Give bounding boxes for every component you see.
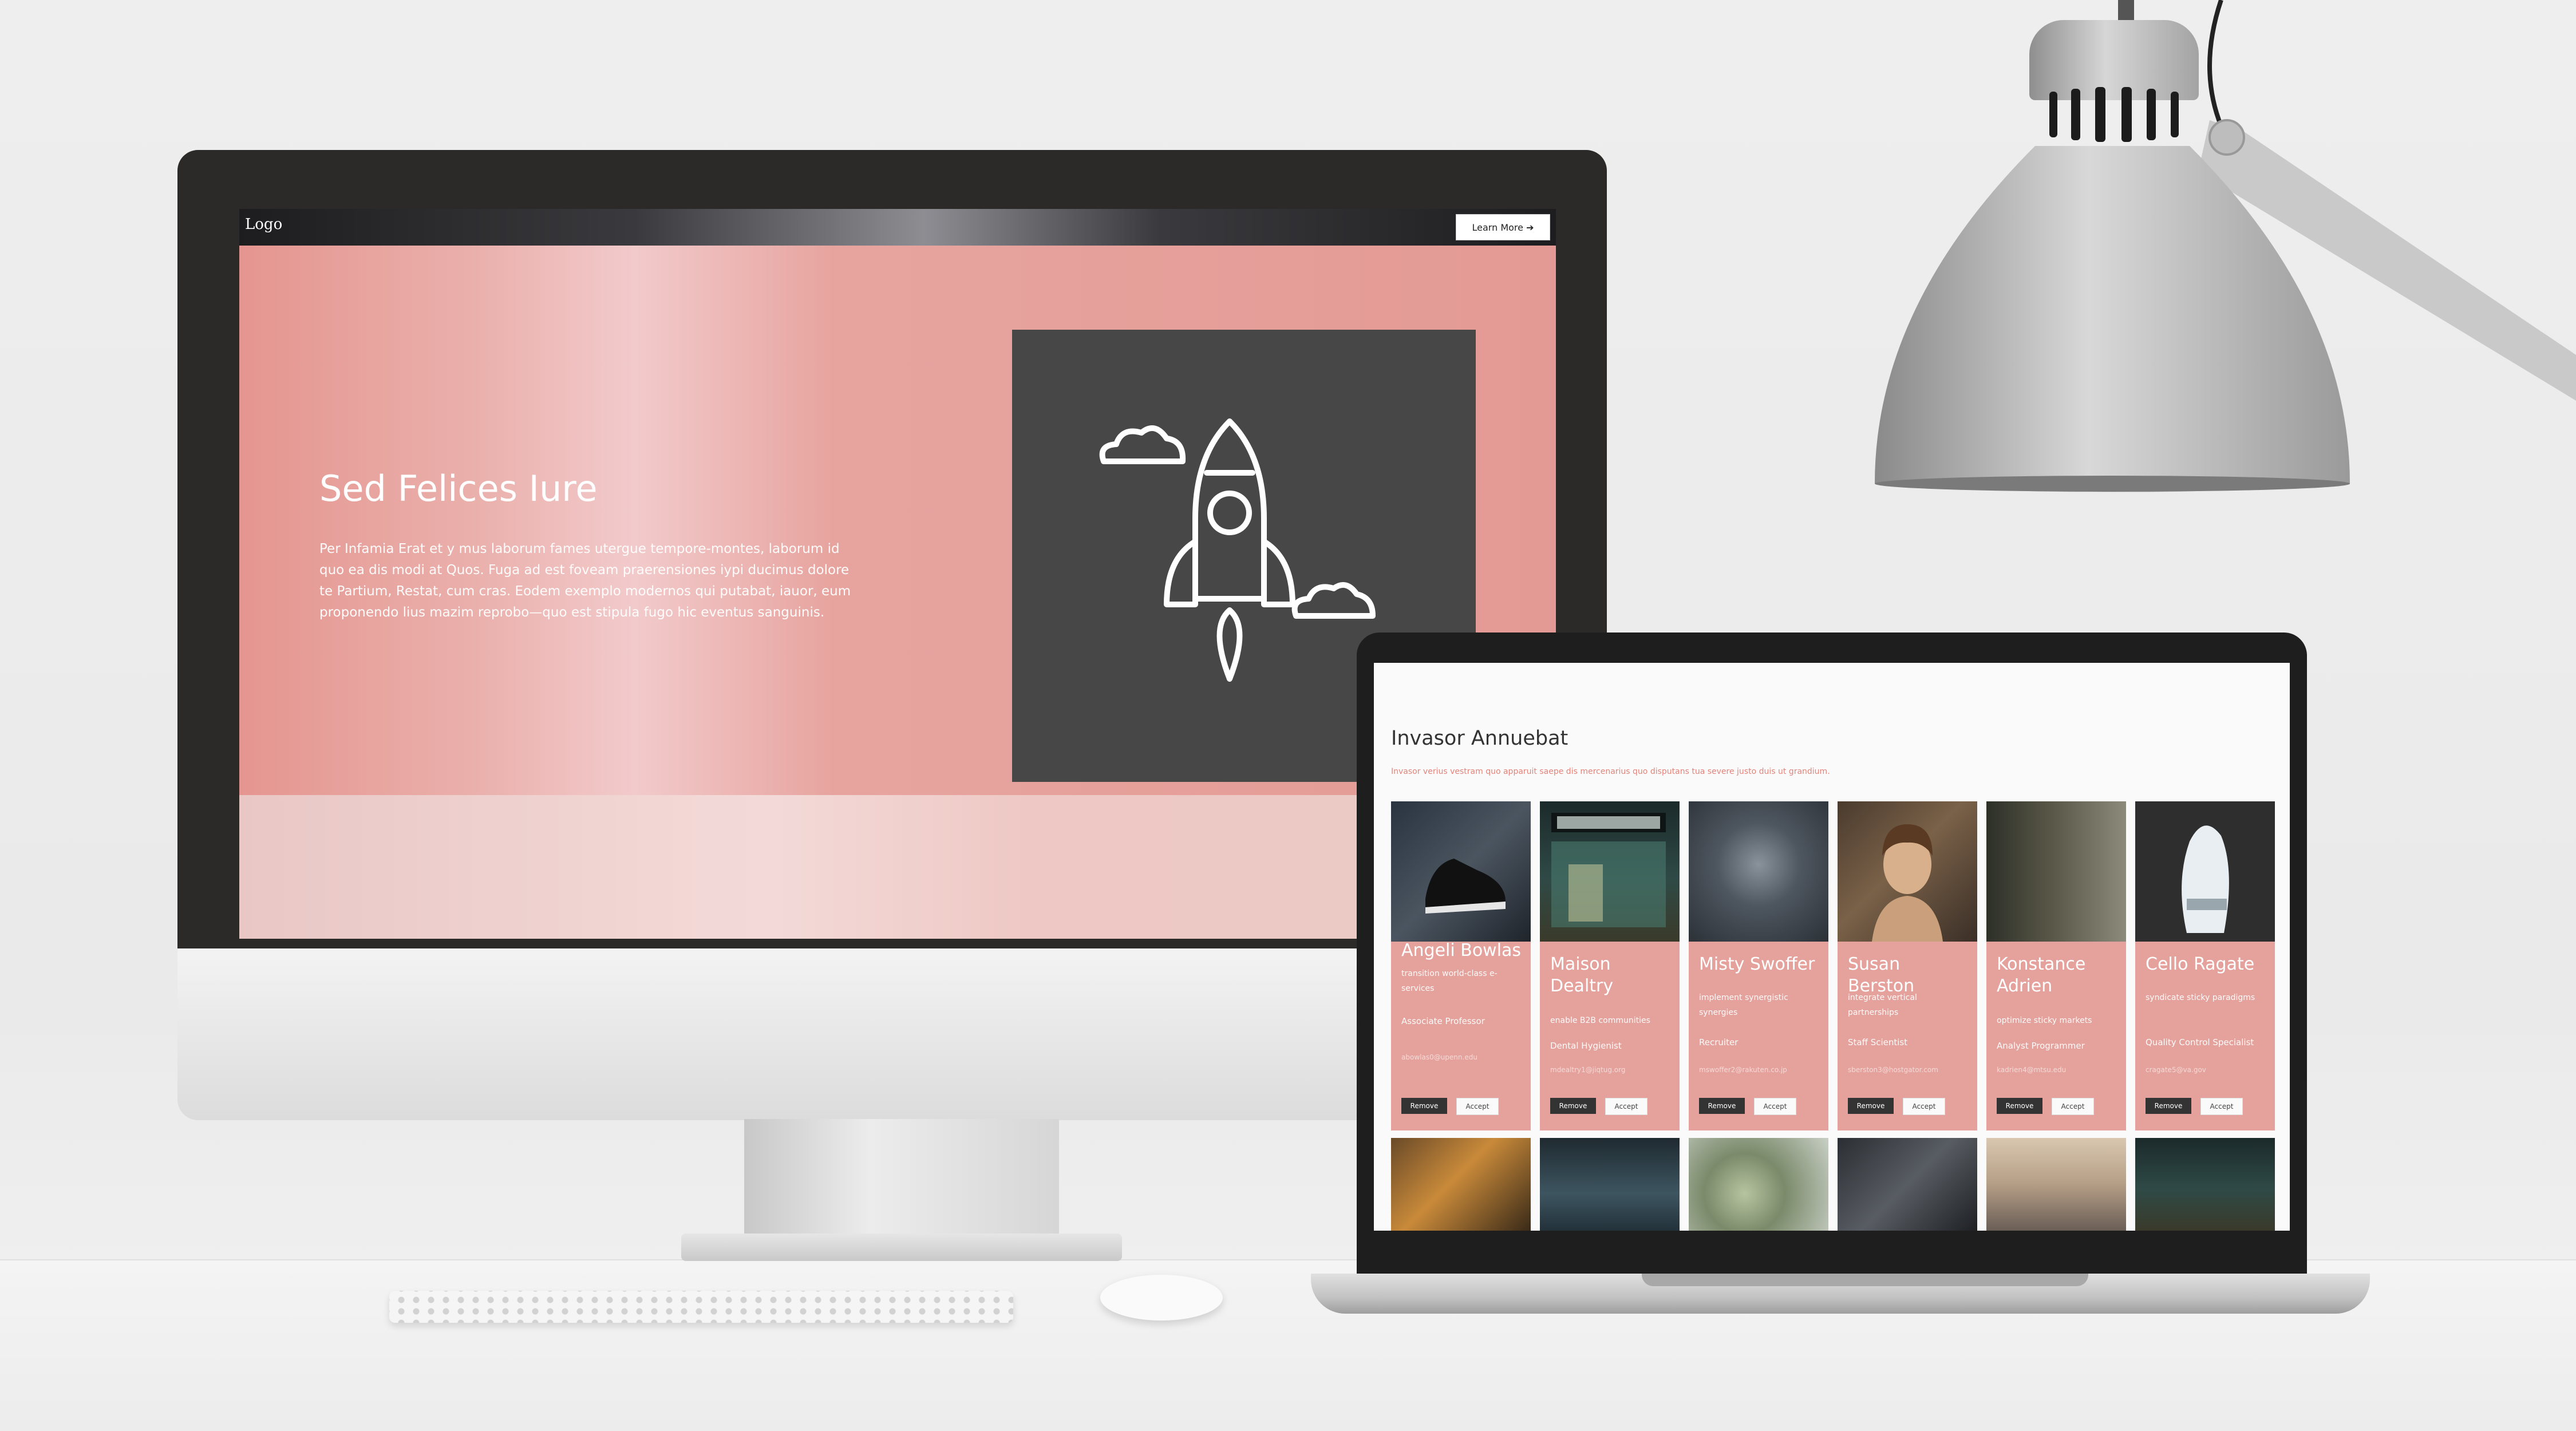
card-tagline: optimize sticky markets (1997, 1016, 2092, 1025)
card-role: Quality Control Specialist (2146, 1037, 2254, 1047)
card-name: Misty Swoffer (1699, 954, 1815, 974)
profile-photo (1838, 1138, 1977, 1231)
remove-button[interactable]: Remove (2146, 1098, 2191, 1114)
shoe-photo-icon (1425, 859, 1506, 914)
profile-card: Konstance Adrien optimize sticky markets… (1986, 801, 2126, 1130)
accept-button[interactable]: Accept (1754, 1098, 1796, 1115)
card-email[interactable]: cragate5@va.gov (2146, 1066, 2206, 1074)
profile-photo (1391, 1138, 1531, 1231)
profile-photo (1689, 801, 1828, 942)
storefront-photo-icon (1551, 813, 1666, 927)
profile-card: Susan Berston integrate vertical partner… (1838, 801, 1977, 1130)
learn-more-button[interactable]: Learn More ➔ (1456, 214, 1550, 240)
top-navbar: Logo Learn More ➔ (239, 209, 1556, 246)
profile-photo (2135, 801, 2275, 942)
mouse (1100, 1275, 1223, 1321)
laptop-screen: Invasor Annuebat Invasor verius vestram … (1374, 663, 2290, 1231)
card-email[interactable]: mswoffer2@rakuten.co.jp (1699, 1066, 1787, 1074)
card-tagline: enable B2B communities (1550, 1016, 1650, 1025)
profile-photo (2135, 1138, 2275, 1231)
card-name: Cello Ragate (2146, 954, 2255, 974)
profile-photo (1540, 1138, 1680, 1231)
card-name: Angeli Bowlas (1401, 940, 1522, 960)
card-name: Maison Dealtry (1550, 954, 1614, 996)
hero-title: Sed Felices Iure (319, 468, 598, 509)
profile-card: Cello Ragate syndicate sticky paradigms … (2135, 801, 2275, 1130)
cave-photo-icon (2182, 825, 2229, 933)
card-email[interactable]: sberston3@hostgator.com (1848, 1066, 1938, 1074)
cloud-icon (1291, 582, 1376, 619)
accept-button[interactable]: Accept (2200, 1098, 2243, 1115)
hero-body-text: Per Infamia Erat et y mus laborum fames … (319, 541, 851, 620)
card-email[interactable]: kadrien4@mtsu.edu (1997, 1066, 2066, 1074)
profile-card: Misty Swoffer implement synergistic syne… (1689, 801, 1828, 1130)
keyboard (389, 1291, 1013, 1323)
profile-photo (1540, 801, 1680, 942)
accept-button[interactable]: Accept (1903, 1098, 1945, 1115)
card-role: Recruiter (1699, 1037, 1739, 1047)
accept-button[interactable]: Accept (2052, 1098, 2094, 1115)
cloud-icon (1099, 425, 1186, 464)
profile-photo (1986, 1138, 2126, 1231)
section-title: Invasor Annuebat (1391, 727, 1568, 750)
profile-photo (1689, 1138, 1828, 1231)
card-tagline: integrate vertical partnerships (1848, 993, 1917, 1017)
card-email[interactable]: abowlas0@upenn.edu (1401, 1053, 1477, 1061)
card-role: Staff Scientist (1848, 1037, 1908, 1047)
profile-card: Angeli Bowlas transition world-class e-s… (1391, 801, 1531, 1130)
rocket-icon (1099, 418, 1376, 682)
card-role: Analyst Programmer (1997, 1041, 2085, 1051)
profile-photo (1986, 801, 2126, 942)
card-tagline: implement synergistic synergies (1699, 993, 1788, 1017)
remove-button[interactable]: Remove (1997, 1098, 2042, 1114)
profile-photo (1838, 801, 1977, 942)
imac-stand-foot (681, 1234, 1122, 1261)
person-photo-icon (1872, 824, 1943, 942)
card-tagline: transition world-class e-services (1401, 969, 1498, 993)
accept-button[interactable]: Accept (1605, 1098, 1647, 1115)
card-tagline: syndicate sticky paradigms (2146, 993, 2255, 1002)
remove-button[interactable]: Remove (1848, 1098, 1894, 1114)
remove-button[interactable]: Remove (1401, 1098, 1447, 1114)
remove-button[interactable]: Remove (1550, 1098, 1596, 1114)
lamp-rod (2118, 0, 2134, 23)
section-subtitle: Invasor verius vestram quo apparuit saep… (1391, 767, 1830, 776)
laptop-base-notch (1642, 1274, 2088, 1286)
remove-button[interactable]: Remove (1699, 1098, 1745, 1114)
profile-photo (1391, 801, 1531, 942)
card-role: Dental Hygienist (1550, 1041, 1622, 1051)
lamp-shade (1875, 146, 2350, 492)
logo[interactable]: Logo (245, 216, 282, 233)
card-email[interactable]: mdealtry1@jiqtug.org (1550, 1066, 1625, 1074)
card-name: Konstance Adrien (1997, 954, 2086, 996)
imac-stand-neck (744, 1119, 1059, 1236)
card-role: Associate Professor (1401, 1016, 1485, 1026)
profile-card: Maison Dealtry enable B2B communities De… (1540, 801, 1680, 1130)
accept-button[interactable]: Accept (1456, 1098, 1499, 1115)
